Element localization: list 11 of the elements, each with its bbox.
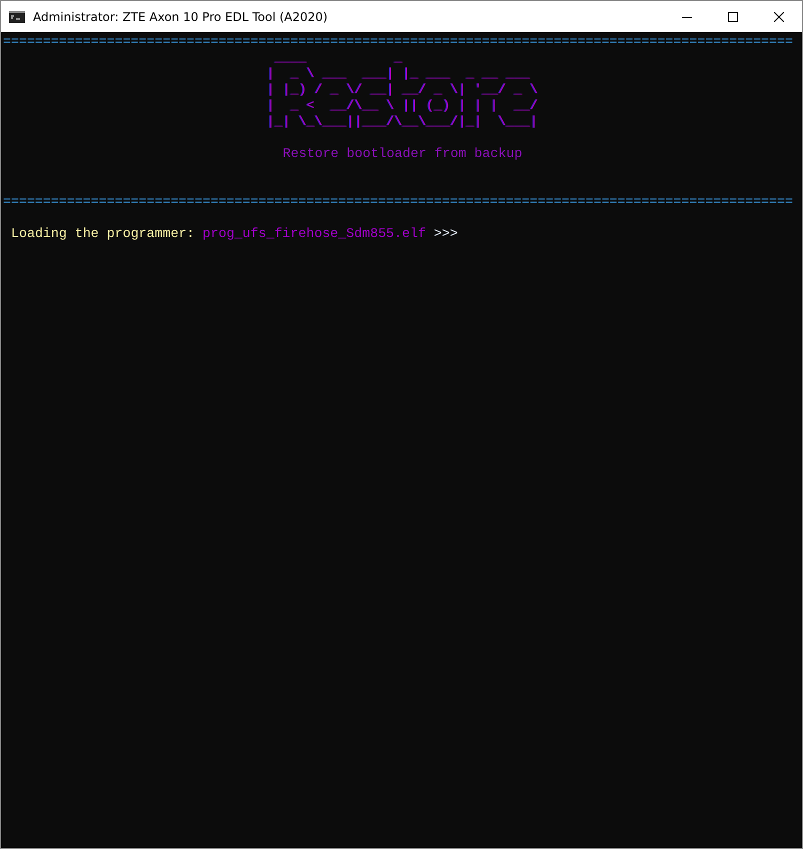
console-text: prog_ufs_firehose_Sdm855.elf — [202, 226, 426, 241]
console-text: Loading the programmer: — [11, 226, 196, 241]
ascii-art-title: ____ _ | _ \ ___ ___| |_ ___ _ __ ___ | |_) / _ \/ __| __/ _ \| '__/ _ \ | _ < __/\__ \ || (_) | | | __/ |_| \_\___||___/\__\___/|_| \___| — [266, 50, 538, 130]
separator-line: =================================================================================================== — [3, 34, 794, 50]
console-text: >>> — [432, 226, 458, 241]
window-title: Administrator: ZTE Axon 10 Pro EDL Tool (A2020) — [33, 8, 329, 26]
maximize-icon — [728, 12, 738, 22]
console-app-icon — [9, 10, 25, 22]
subtitle-text: Restore bootloader from backup — [282, 146, 522, 162]
close-icon — [774, 12, 784, 22]
separator-line: =================================================================================================== — [3, 194, 794, 210]
